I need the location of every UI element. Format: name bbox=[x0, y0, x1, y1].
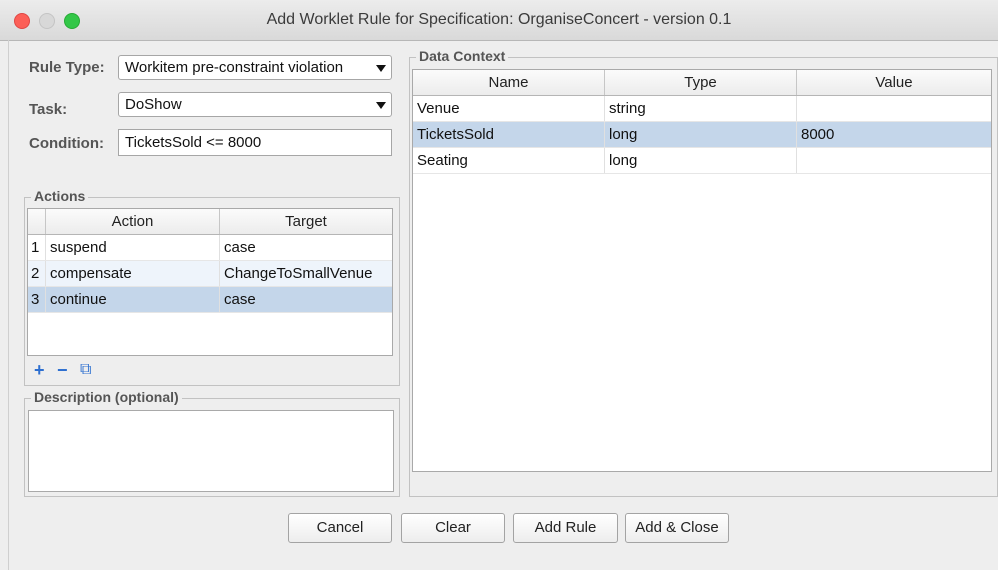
description-textarea[interactable] bbox=[28, 410, 394, 492]
add-close-button[interactable]: Add & Close bbox=[625, 513, 729, 543]
value-cell[interactable] bbox=[797, 148, 991, 173]
table-row[interactable]: 2 compensate ChangeToSmallVenue bbox=[28, 261, 392, 287]
actions-table-header: Action Target bbox=[28, 209, 392, 235]
description-group-title: Description (optional) bbox=[31, 389, 182, 405]
dialog-window: Add Worklet Rule for Specification: Orga… bbox=[0, 0, 998, 570]
value-cell[interactable] bbox=[797, 96, 991, 121]
window-title: Add Worklet Rule for Specification: Orga… bbox=[266, 11, 732, 28]
action-cell[interactable]: continue bbox=[46, 287, 220, 312]
action-cell[interactable]: suspend bbox=[46, 235, 220, 260]
add-action-icon[interactable]: + bbox=[34, 361, 45, 379]
data-context-group-title: Data Context bbox=[416, 48, 509, 64]
task-value: DoShow bbox=[125, 96, 182, 113]
remove-action-icon[interactable]: − bbox=[57, 361, 68, 379]
table-row[interactable]: 1 suspend case bbox=[28, 235, 392, 261]
window-edge bbox=[8, 40, 9, 570]
row-number: 3 bbox=[28, 287, 46, 312]
rule-type-select[interactable]: Workitem pre-constraint violation bbox=[118, 55, 392, 80]
clear-button[interactable]: Clear bbox=[401, 513, 505, 543]
name-cell[interactable]: TicketsSold bbox=[413, 122, 605, 147]
table-row[interactable]: Seating long bbox=[413, 148, 991, 174]
column-header-action[interactable]: Action bbox=[46, 209, 220, 234]
condition-field[interactable] bbox=[118, 129, 392, 156]
actions-group-title: Actions bbox=[31, 188, 89, 204]
name-cell[interactable]: Venue bbox=[413, 96, 605, 121]
cancel-button[interactable]: Cancel bbox=[288, 513, 392, 543]
column-header-value[interactable]: Value bbox=[797, 70, 991, 95]
rule-type-label: Rule Type: bbox=[29, 59, 105, 76]
column-header-target[interactable]: Target bbox=[220, 209, 392, 234]
data-context-table-header: Name Type Value bbox=[413, 70, 991, 96]
condition-label: Condition: bbox=[29, 135, 104, 152]
row-number: 1 bbox=[28, 235, 46, 260]
column-header-index[interactable] bbox=[28, 209, 46, 234]
name-cell[interactable]: Seating bbox=[413, 148, 605, 173]
table-row-selected[interactable]: TicketsSold long 8000 bbox=[413, 122, 991, 148]
add-rule-button[interactable]: Add Rule bbox=[513, 513, 618, 543]
value-cell[interactable]: 8000 bbox=[797, 122, 991, 147]
title-bar: Add Worklet Rule for Specification: Orga… bbox=[0, 0, 998, 41]
type-cell[interactable]: long bbox=[605, 148, 797, 173]
target-cell[interactable]: case bbox=[220, 287, 392, 312]
table-row-selected[interactable]: 3 continue case bbox=[28, 287, 392, 313]
row-number: 2 bbox=[28, 261, 46, 286]
column-header-type[interactable]: Type bbox=[605, 70, 797, 95]
task-select[interactable]: DoShow bbox=[118, 92, 392, 117]
rule-type-value: Workitem pre-constraint violation bbox=[125, 59, 344, 76]
column-header-name[interactable]: Name bbox=[413, 70, 605, 95]
copy-action-icon[interactable]: ⧉ bbox=[80, 361, 91, 379]
type-cell[interactable]: long bbox=[605, 122, 797, 147]
data-context-table[interactable]: Name Type Value Venue string TicketsSold… bbox=[412, 69, 992, 472]
action-cell[interactable]: compensate bbox=[46, 261, 220, 286]
actions-table[interactable]: Action Target 1 suspend case 2 compensat… bbox=[27, 208, 393, 356]
chevron-down-icon bbox=[376, 102, 386, 109]
target-cell[interactable]: ChangeToSmallVenue bbox=[220, 261, 392, 286]
target-cell[interactable]: case bbox=[220, 235, 392, 260]
type-cell[interactable]: string bbox=[605, 96, 797, 121]
table-row[interactable]: Venue string bbox=[413, 96, 991, 122]
condition-input[interactable] bbox=[119, 130, 391, 155]
task-label: Task: bbox=[29, 101, 68, 118]
chevron-down-icon bbox=[376, 65, 386, 72]
